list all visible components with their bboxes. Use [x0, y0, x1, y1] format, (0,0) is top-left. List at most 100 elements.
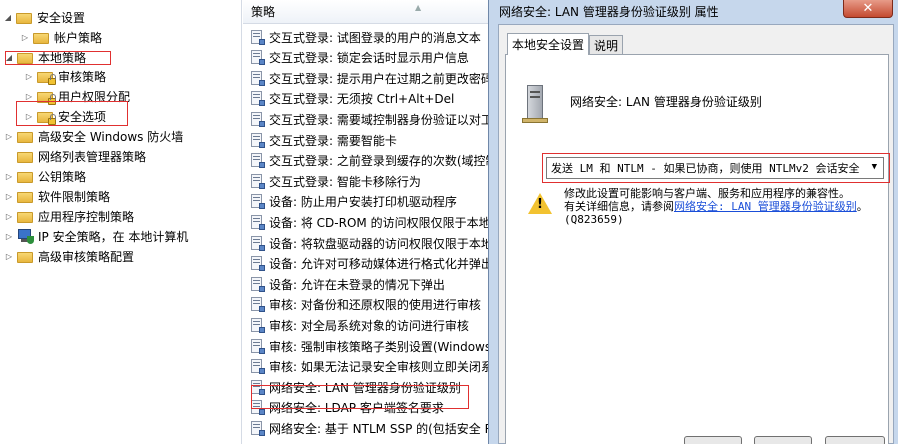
- auth-level-select[interactable]: 发送 LM 和 NTLM - 如果已协商，则使用 NTLMv2 会话安全 ▼: [546, 157, 884, 179]
- expand-icon[interactable]: ▷: [4, 192, 14, 201]
- tree-item-firewall[interactable]: ▷ 高级安全 Windows 防火墙: [4, 126, 183, 146]
- policy-icon: [250, 111, 265, 127]
- folder-icon: [17, 210, 33, 223]
- policy-row[interactable]: 交互式登录: 之前登录到缓存的次数(域控制: [243, 151, 491, 171]
- policy-label: 设备: 允许对可移动媒体进行格式化并弹出: [269, 257, 491, 272]
- policy-label: 设备: 将软盘驱动器的访问权限仅限于本地: [269, 236, 491, 251]
- computer-icon: [522, 85, 548, 125]
- policy-label: 网络安全: 基于 NTLM SSP 的(包括安全 RI: [269, 421, 491, 436]
- folder-icon: [16, 11, 32, 24]
- policy-row[interactable]: 设备: 防止用户安装打印机驱动程序: [243, 192, 491, 212]
- dialog-titlebar[interactable]: 网络安全: LAN 管理器身份验证级别 属性: [489, 0, 898, 22]
- policy-label: 审核: 如果无法记录安全审核则立即关闭系: [269, 360, 491, 375]
- policy-row[interactable]: 审核: 如果无法记录安全审核则立即关闭系: [243, 357, 491, 377]
- collapse-icon[interactable]: ◢: [3, 13, 13, 22]
- policy-name: 网络安全: LAN 管理器身份验证级别: [570, 95, 762, 109]
- help-link[interactable]: 网络安全: LAN 管理器身份验证级别: [674, 200, 857, 213]
- tree-item-label: 帐户策略: [54, 30, 103, 45]
- policy-label: 交互式登录: 需要域控制器身份验证以对工: [269, 112, 491, 127]
- policy-row[interactable]: 交互式登录: 需要智能卡: [243, 130, 491, 150]
- apply-button[interactable]: [825, 436, 885, 444]
- compatibility-warning: 修改此设置可能影响与客户端、服务和应用程序的兼容性。 有关详细信息，请参阅网络安…: [564, 187, 868, 226]
- tree-item-audit-policy[interactable]: ▷ 审核策略: [24, 66, 106, 86]
- tree-item-security-settings[interactable]: ◢ 安全设置: [3, 7, 85, 27]
- policy-icon: [250, 153, 265, 169]
- tree-item-ip-security[interactable]: ▷ IP 安全策略，在 本地计算机: [4, 226, 188, 246]
- expand-icon[interactable]: ▷: [24, 72, 34, 81]
- expand-icon[interactable]: ▷: [20, 33, 30, 42]
- tree-item-advanced-audit[interactable]: ▷ 高级审核策略配置: [4, 246, 134, 266]
- tree-item-software-restriction[interactable]: ▷ 软件限制策略: [4, 186, 110, 206]
- cancel-button[interactable]: [754, 436, 812, 444]
- tab-explain[interactable]: 说明: [589, 35, 624, 55]
- policy-row[interactable]: 设备: 将软盘驱动器的访问权限仅限于本地: [243, 233, 491, 253]
- policy-icon: [250, 359, 265, 375]
- policy-icon: [250, 194, 265, 210]
- policy-icon: [250, 297, 265, 313]
- policy-label: 交互式登录: 需要智能卡: [269, 133, 397, 148]
- warning-prefix: 有关详细信息，请参阅: [564, 200, 674, 213]
- policy-label: 交互式登录: 无须按 Ctrl+Alt+Del: [269, 92, 455, 107]
- expand-icon[interactable]: ▷: [4, 212, 14, 221]
- policy-row[interactable]: 设备: 将 CD-ROM 的访问权限仅限于本地: [243, 212, 491, 232]
- policy-row[interactable]: 交互式登录: 提示用户在过期之前更改密码: [243, 68, 491, 88]
- tab-panel: 网络安全: LAN 管理器身份验证级别 发送 LM 和 NTLM - 如果已协商…: [505, 54, 890, 444]
- policy-label: 审核: 对全局系统对象的访问进行审核: [269, 318, 469, 333]
- tree-item-account-policies[interactable]: ▷ 帐户策略: [20, 27, 102, 47]
- tree-item-label: 审核策略: [58, 69, 107, 84]
- policy-row[interactable]: 交互式登录: 试图登录的用户的消息文本: [243, 27, 491, 47]
- kb-reference: (Q823659): [564, 213, 624, 226]
- policy-label: 交互式登录: 试图登录的用户的消息文本: [269, 30, 481, 45]
- tab-strip: 本地安全设置 说明: [507, 33, 624, 55]
- policy-icon: [250, 235, 265, 251]
- warning-line: 有关详细信息，请参阅网络安全: LAN 管理器身份验证级别。: [564, 200, 868, 213]
- tree-item-label: IP 安全策略，在 本地计算机: [38, 229, 189, 244]
- folder-icon: [17, 190, 33, 203]
- policy-row[interactable]: 交互式登录: 需要域控制器身份验证以对工: [243, 109, 491, 129]
- expand-icon[interactable]: ▷: [24, 92, 34, 101]
- policy-label: 审核: 对备份和还原权限的使用进行审核: [269, 298, 481, 313]
- tree-item-app-control[interactable]: ▷ 应用程序控制策略: [4, 206, 134, 226]
- expand-icon[interactable]: ▷: [4, 232, 14, 241]
- policy-icon: [250, 276, 265, 292]
- expand-icon[interactable]: ▷: [4, 132, 14, 141]
- policy-row[interactable]: 交互式登录: 无须按 Ctrl+Alt+Del: [243, 89, 491, 109]
- policy-icon: [250, 173, 265, 189]
- expand-icon[interactable]: ▷: [4, 172, 14, 181]
- policy-icon: [250, 29, 265, 45]
- dialog-title: 网络安全: LAN 管理器身份验证级别 属性: [499, 4, 719, 19]
- column-header-label: 策略: [251, 5, 276, 19]
- policy-icon: [250, 317, 265, 333]
- warning-line: 修改此设置可能影响与客户端、服务和应用程序的兼容性。: [564, 187, 850, 200]
- policy-icon: [250, 214, 265, 230]
- policy-row[interactable]: 设备: 允许在未登录的情况下弹出: [243, 274, 491, 294]
- dialog-body: 本地安全设置 说明 网络安全: LAN 管理器身份验证级别 发送 LM 和 NT…: [498, 24, 894, 444]
- policy-row[interactable]: 设备: 允许对可移动媒体进行格式化并弹出: [243, 254, 491, 274]
- highlight-box: [5, 51, 111, 65]
- tree-item-network-list[interactable]: 网络列表管理器策略: [4, 146, 146, 166]
- tree-item-label: 应用程序控制策略: [38, 209, 135, 224]
- dropdown-arrow-icon[interactable]: ▼: [872, 162, 877, 172]
- policy-label: 交互式登录: 之前登录到缓存的次数(域控制: [269, 154, 491, 169]
- policy-row[interactable]: 审核: 强制审核策略子类别设置(Windows: [243, 336, 491, 356]
- policy-icon: [250, 420, 265, 436]
- policy-label: 设备: 允许在未登录的情况下弹出: [269, 277, 445, 292]
- close-button[interactable]: ✕: [843, 0, 893, 18]
- folder-icon: [17, 170, 33, 183]
- policy-label: 交互式登录: 提示用户在过期之前更改密码: [269, 71, 491, 86]
- policy-row[interactable]: 审核: 对全局系统对象的访问进行审核: [243, 315, 491, 335]
- policy-label: 交互式登录: 锁定会话时显示用户信息: [269, 51, 469, 66]
- policy-column-header[interactable]: 策略 ▲: [243, 0, 491, 24]
- tab-local-security-setting[interactable]: 本地安全设置: [507, 33, 590, 55]
- highlight-box: [251, 385, 469, 409]
- policy-row[interactable]: 网络安全: 基于 NTLM SSP 的(包括安全 RI: [243, 418, 491, 438]
- ok-button[interactable]: [684, 436, 742, 444]
- tree-item-public-key[interactable]: ▷ 公钥策略: [4, 166, 86, 186]
- policy-row[interactable]: 交互式登录: 智能卡移除行为: [243, 171, 491, 191]
- policy-row[interactable]: 审核: 对备份和还原权限的使用进行审核: [243, 295, 491, 315]
- folder-icon: [33, 31, 49, 44]
- select-value: 发送 LM 和 NTLM - 如果已协商，则使用 NTLMv2 会话安全: [551, 162, 860, 175]
- expand-icon[interactable]: ▷: [4, 252, 14, 261]
- policy-label: 设备: 防止用户安装打印机驱动程序: [269, 195, 457, 210]
- policy-row[interactable]: 交互式登录: 锁定会话时显示用户信息: [243, 48, 491, 68]
